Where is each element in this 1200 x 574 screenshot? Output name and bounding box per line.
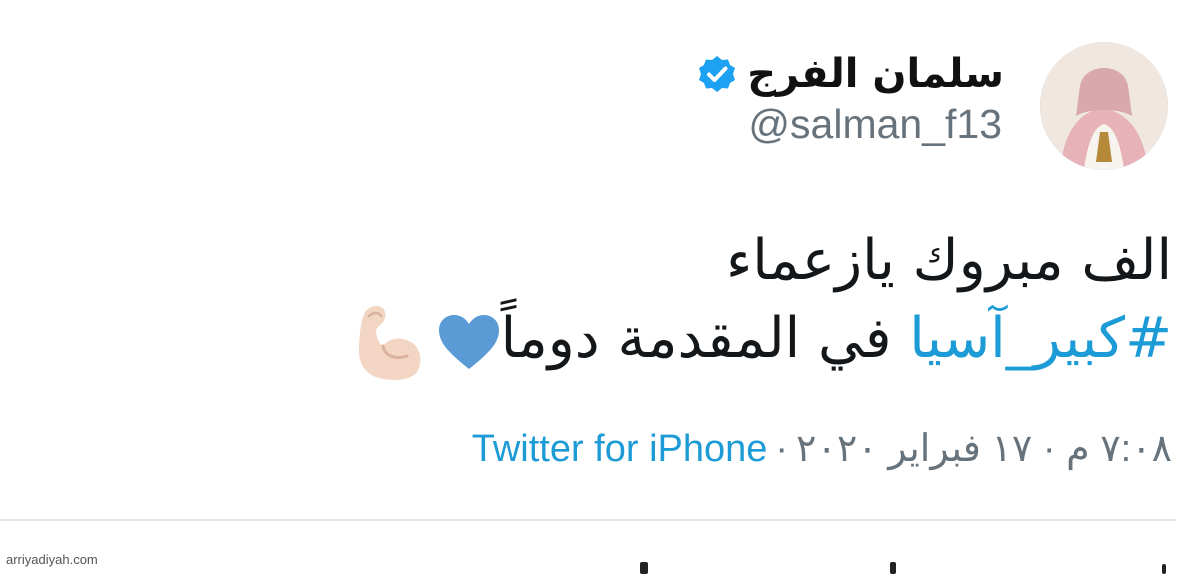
hashtag-link[interactable]: #كبير_آسيا xyxy=(909,306,1172,371)
avatar[interactable] xyxy=(1040,42,1168,170)
next-tweet-peek xyxy=(640,560,1180,574)
tweet-text-line-2-rest: في المقدمة دوماً xyxy=(500,306,910,371)
user-handle[interactable]: @salman_f13 xyxy=(748,104,1002,145)
tweet-source-link[interactable]: Twitter for iPhone xyxy=(472,430,768,468)
tweet-text-line-2: #كبير_آسيا في المقدمة دوماً xyxy=(72,300,1172,382)
meta-separator: · xyxy=(775,428,789,470)
tweet-meta: Twitter for iPhone · ٧:٠٨ م · ١٧ فبراير … xyxy=(472,424,1172,474)
author-name-row[interactable]: سلمان الفرج xyxy=(697,46,1004,102)
divider xyxy=(0,519,1176,521)
verified-badge-icon xyxy=(697,54,737,94)
display-name[interactable]: سلمان الفرج xyxy=(747,54,1004,94)
flexed-biceps-icon xyxy=(355,302,425,382)
tweet-text-line-1: الف مبروك يازعماء xyxy=(725,228,1172,293)
tweet-text: الف مبروك يازعماء #كبير_آسيا في المقدمة … xyxy=(72,222,1172,382)
avatar-photo xyxy=(1040,42,1168,170)
blue-heart-icon xyxy=(437,313,501,371)
tweet-timestamp[interactable]: ٧:٠٨ م · ١٧ فبراير ٢٠٢٠ xyxy=(796,430,1172,468)
watermark: arriyadiyah.com xyxy=(4,552,100,567)
tweet-card: سلمان الفرج @salman_f13 الف مبروك يازعما… xyxy=(0,0,1200,574)
